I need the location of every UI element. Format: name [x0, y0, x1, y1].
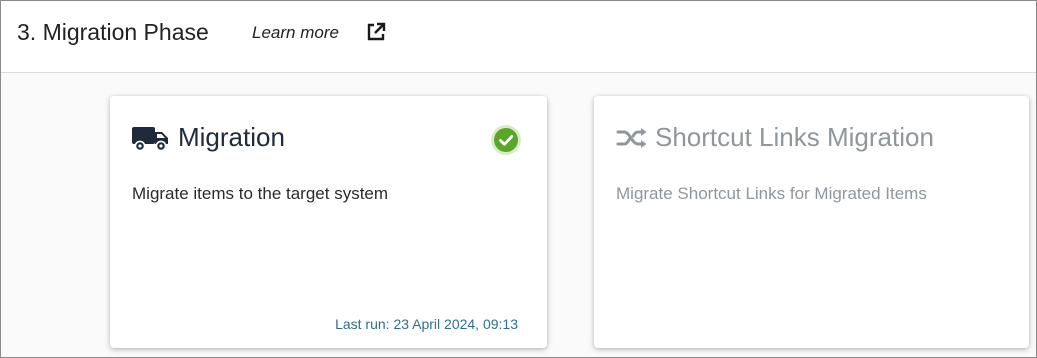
phase-title: 3. Migration Phase	[17, 19, 209, 45]
migration-card-title: Migration	[178, 122, 285, 152]
last-run-timestamp: Last run: 23 April 2024, 09:13	[335, 316, 518, 332]
shortcut-links-migration-card[interactable]: Shortcut Links Migration Migrate Shortcu…	[594, 96, 1029, 348]
shuffle-icon	[616, 128, 647, 148]
shortcut-links-card-title: Shortcut Links Migration	[655, 122, 934, 152]
truck-icon	[132, 127, 168, 152]
migration-card-description: Migrate items to the target system	[132, 184, 389, 203]
external-link-icon[interactable]	[366, 22, 386, 42]
phase-header: 3. Migration Phase Learn more	[1, 1, 1036, 73]
shortcut-links-card-description: Migrate Shortcut Links for Migrated Item…	[616, 184, 927, 203]
migration-card[interactable]: Migration Migrate items to the target sy…	[110, 96, 547, 348]
learn-more-link[interactable]: Learn more	[252, 23, 339, 43]
check-circle-icon	[491, 125, 521, 155]
